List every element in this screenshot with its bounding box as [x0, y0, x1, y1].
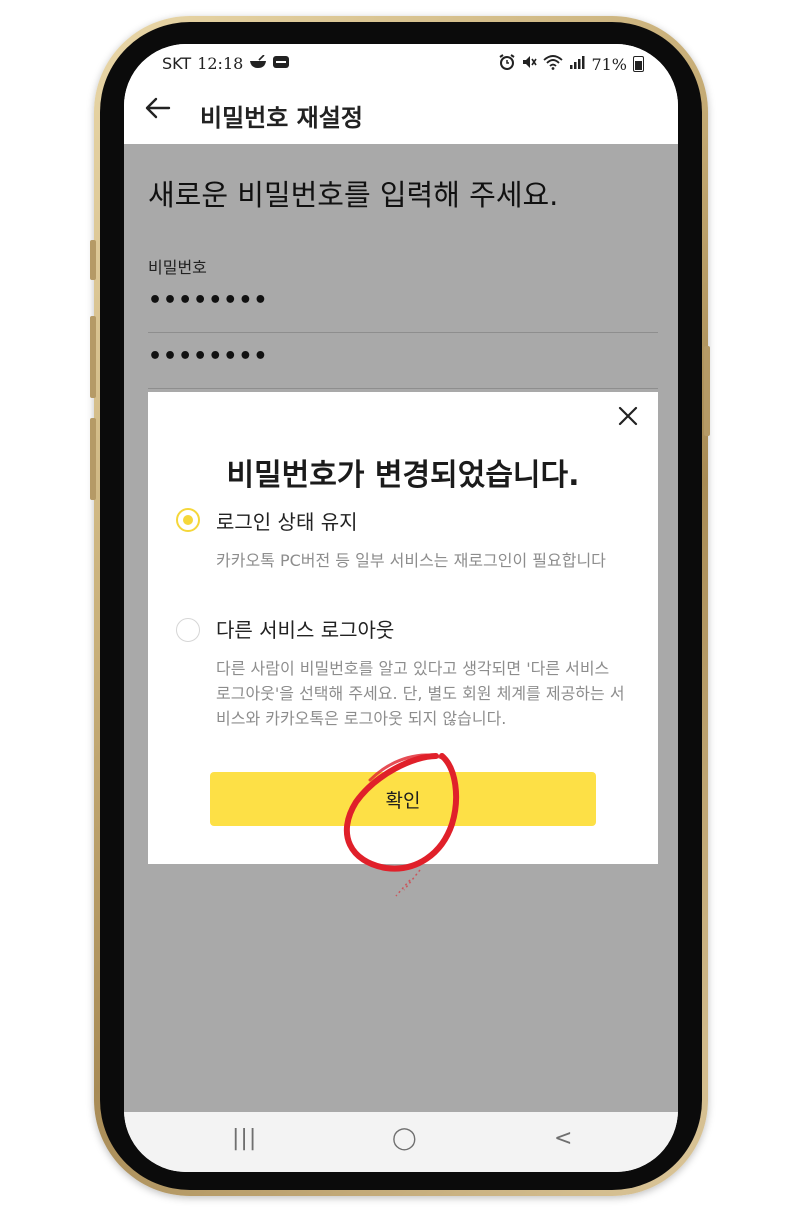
- battery-icon: [633, 56, 644, 72]
- volume-down-button: [90, 418, 96, 500]
- dialog-title: 비밀번호가 변경되었습니다.: [226, 458, 580, 493]
- page-title: 비밀번호 재설정: [200, 103, 363, 132]
- password-input[interactable]: ••••••••: [148, 288, 269, 313]
- battery-percent: 71%: [591, 54, 627, 74]
- keep-login-label[interactable]: 로그인 상태 유지: [216, 506, 358, 535]
- notification-badge-icon: [273, 55, 290, 73]
- password-label: 비밀번호: [148, 258, 207, 277]
- close-icon[interactable]: [614, 402, 642, 430]
- nav-back-icon[interactable]: <: [554, 1126, 572, 1151]
- status-bar: SKT 12:18 71%: [124, 44, 678, 84]
- mute-icon: [521, 54, 538, 74]
- volume-button: [90, 240, 96, 280]
- phone-screen: SKT 12:18 71% 비밀번호 재설정 새로운 비밀번호를 입력해 주세요…: [124, 44, 678, 1172]
- recents-icon[interactable]: |||: [232, 1126, 257, 1151]
- logout-others-label[interactable]: 다른 서비스 로그아웃: [216, 614, 394, 643]
- power-button: [704, 346, 710, 436]
- navigation-bar: ||| ◯ <: [124, 1112, 678, 1172]
- back-arrow-icon[interactable]: [144, 94, 172, 129]
- volume-up-button: [90, 316, 96, 398]
- carrier-label: SKT: [162, 54, 192, 73]
- password-underline: [148, 332, 658, 333]
- signal-icon: [569, 55, 585, 73]
- food-bowl-icon: [249, 53, 267, 73]
- keep-login-radio[interactable]: [176, 508, 200, 532]
- password-confirm-input[interactable]: ••••••••: [148, 344, 269, 369]
- logout-others-radio[interactable]: [176, 618, 200, 642]
- clock: 12:18: [197, 54, 244, 73]
- keep-login-description: 카카오톡 PC버전 등 일부 서비스는 재로그인이 필요합니다: [216, 551, 606, 570]
- form-heading: 새로운 비밀번호를 입력해 주세요.: [148, 178, 559, 212]
- home-icon[interactable]: ◯: [392, 1126, 417, 1151]
- password-confirm-underline: [148, 388, 658, 389]
- password-changed-dialog: 비밀번호가 변경되었습니다. 로그인 상태 유지 카카오톡 PC버전 등 일부 …: [148, 392, 658, 864]
- logout-others-description: 다른 사람이 비밀번호를 알고 있다고 생각되면 '다른 서비스 로그아웃'을 …: [216, 659, 625, 728]
- alarm-icon: [499, 54, 515, 74]
- wifi-icon: [543, 54, 564, 74]
- password-form: 새로운 비밀번호를 입력해 주세요. 비밀번호 •••••••• •••••••…: [124, 144, 678, 1112]
- confirm-button[interactable]: 확인: [210, 772, 596, 826]
- app-bar: 비밀번호 재설정: [124, 84, 678, 144]
